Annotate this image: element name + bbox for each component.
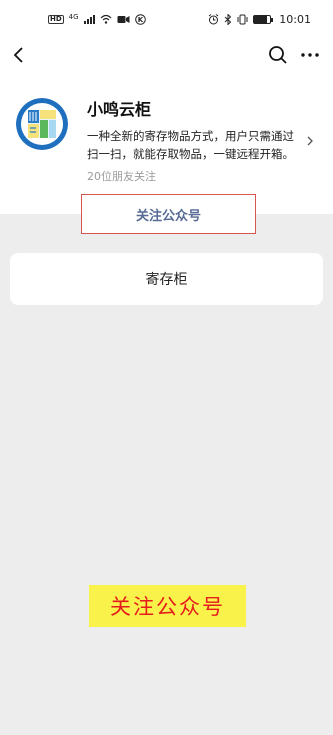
annotation-label: 关注公众号 — [89, 585, 246, 627]
alarm-icon — [208, 13, 219, 24]
chevron-right-icon[interactable] — [305, 134, 315, 148]
search-icon[interactable] — [265, 42, 291, 68]
signal-icon — [83, 14, 95, 24]
nav-bar — [0, 38, 333, 72]
svg-text:K: K — [137, 16, 143, 24]
clock: 10:01 — [279, 12, 311, 26]
more-horizontal-icon[interactable] — [297, 42, 323, 68]
account-name: 小鸣云柜 — [87, 100, 152, 119]
chevron-left-icon[interactable] — [6, 41, 34, 69]
network-type: 4G — [68, 12, 79, 21]
k-circle-icon: K — [134, 13, 146, 25]
menu-item-locker[interactable]: 寄存柜 — [10, 253, 323, 305]
status-bar: HD 4G K 10:01 — [0, 0, 333, 38]
account-avatar[interactable] — [16, 98, 68, 150]
battery-icon — [253, 14, 274, 24]
bluetooth-icon — [224, 13, 232, 25]
hd-badge: HD — [48, 14, 64, 24]
follow-button[interactable]: 关注公众号 — [81, 194, 256, 234]
account-profile: 小鸣云柜 一种全新的寄存物品方式，用户只需通过扫一扫，就能存取物品，一键远程开箱… — [0, 72, 333, 234]
video-icon — [117, 15, 130, 23]
followers-count: 20位朋友关注 — [87, 170, 156, 183]
account-description[interactable]: 一种全新的寄存物品方式，用户只需通过扫一扫，就能存取物品，一键远程开箱。 — [87, 127, 305, 163]
wifi-icon — [100, 14, 111, 24]
vibrate-icon — [237, 14, 248, 24]
